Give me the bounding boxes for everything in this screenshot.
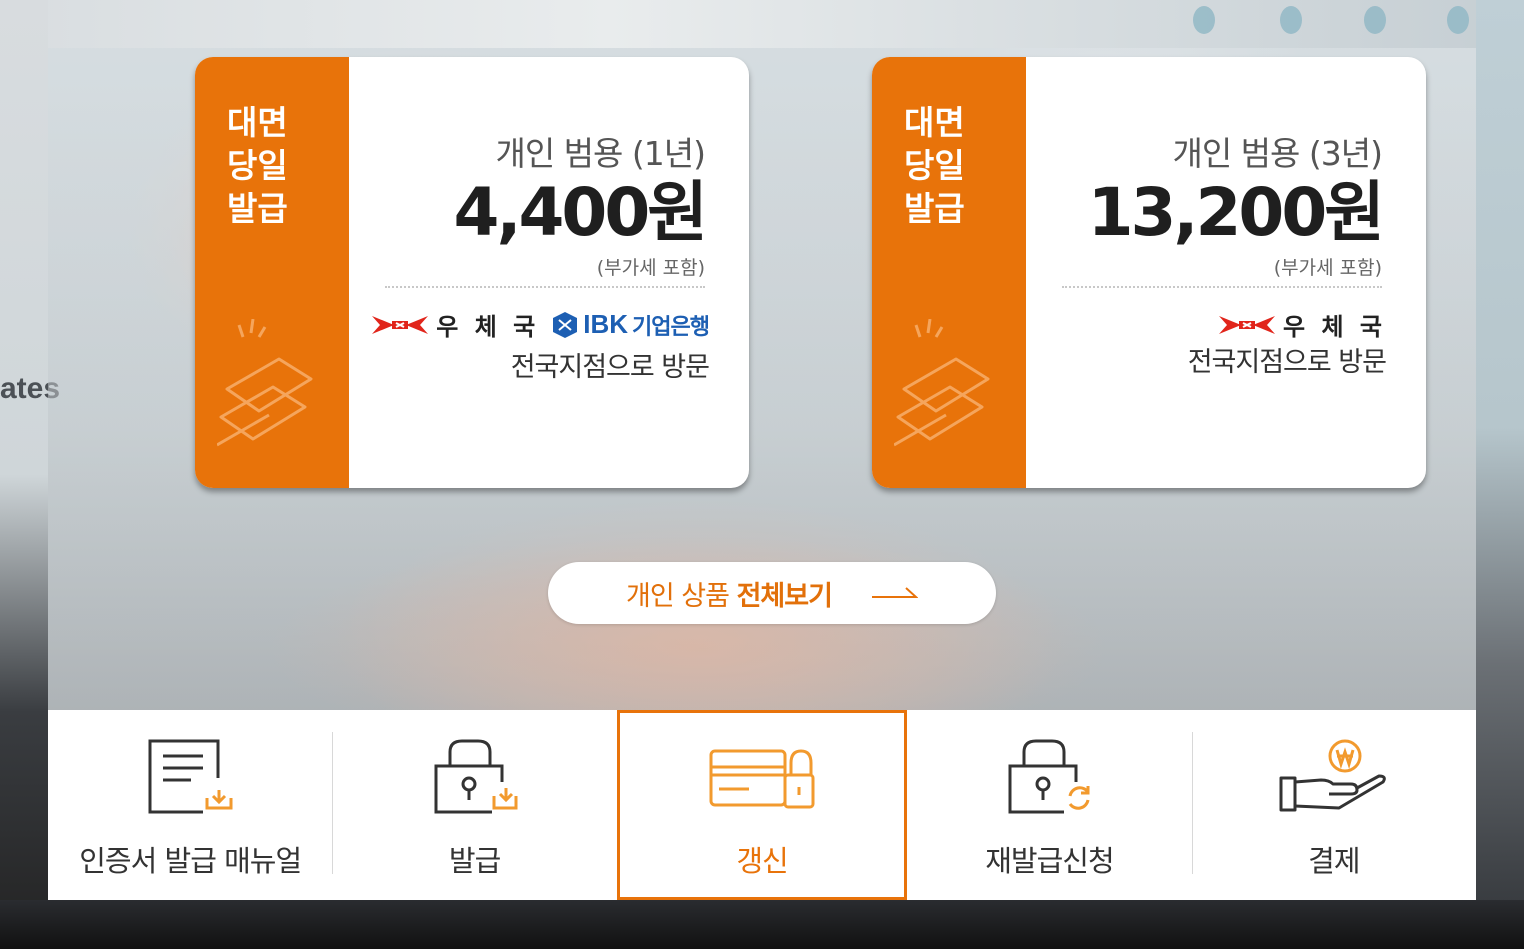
badge-line: 대면: [227, 103, 288, 142]
card-lock-icon: [709, 749, 815, 809]
product-card-3year[interactable]: 대면 당일 발급 개인 범용 (3년) 13,200원 (부가세 포함) 우 체…: [872, 57, 1426, 488]
same-day-badge: 대면 당일 발급: [904, 101, 1004, 230]
ibk-logo: IBK 기업은행: [551, 309, 710, 341]
badge-line: 대면: [904, 103, 965, 142]
view-all-label: 개인 상품 전체보기: [626, 574, 833, 613]
product-card-1year[interactable]: 대면 당일 발급 개인 범용 (1년) 4,400원 (부가세 포함) 우 체 …: [195, 57, 749, 488]
card-info: 개인 범용 (3년) 13,200원 (부가세 포함): [1087, 127, 1385, 280]
view-all-prefix: 개인 상품: [626, 580, 737, 612]
korea-post-icon: [372, 315, 429, 334]
hand-coin-icon: [1279, 739, 1386, 812]
badge-line: 발급: [904, 189, 965, 228]
certificate-stack-icon: [217, 319, 313, 447]
partner-logos: 우 체 국 IBK 기업은행: [372, 307, 710, 342]
certificate-stack-icon: [894, 319, 990, 447]
partner-logos: 우 체 국: [1219, 307, 1386, 342]
card-side-band: 대면 당일 발급: [195, 57, 349, 488]
plan-price: 4,400원: [453, 174, 708, 251]
lock-refresh-icon: [1008, 739, 1090, 814]
card-info: 개인 범용 (1년) 4,400원 (부가세 포함): [453, 127, 708, 280]
badge-line: 당일: [904, 146, 965, 185]
badge-line: 발급: [227, 189, 288, 228]
korea-post-name: 우 체 국: [1283, 313, 1386, 341]
service-menu: 인증서 발급 매뉴얼 발급 갱신 재발급신청 결제: [48, 710, 1476, 900]
background-dot: [1447, 6, 1469, 34]
menu-label: 재발급신청: [985, 844, 1114, 878]
menu-item-manual[interactable]: 인증서 발급 매뉴얼: [48, 710, 332, 900]
background-left-strip: [0, 0, 48, 949]
ibk-icon: [553, 311, 578, 338]
ibk-text: IBK: [583, 309, 629, 339]
card-divider: [385, 286, 705, 288]
vat-note: (부가세 포함): [1273, 257, 1382, 279]
korea-post-name: 우 체 국: [436, 313, 540, 341]
background-right-strip: [1476, 0, 1524, 949]
same-day-badge: 대면 당일 발급: [227, 101, 327, 230]
korea-post-icon: [1219, 315, 1276, 334]
vat-note: (부가세 포함): [596, 257, 705, 279]
korea-post-logo: 우 체 국: [372, 307, 539, 342]
plan-name: 개인 범용 (3년): [1172, 134, 1383, 173]
background-dot: [1193, 6, 1215, 34]
plan-price: 13,200원: [1087, 174, 1385, 251]
long-arrow-right-icon: [871, 587, 918, 598]
menu-label: 갱신: [736, 844, 788, 878]
background-dot: [1280, 6, 1302, 34]
menu-item-renew[interactable]: 갱신: [616, 710, 908, 900]
view-all-bold: 전체보기: [736, 580, 833, 612]
ibk-bank-name: 기업은행: [632, 314, 710, 340]
menu-item-issue[interactable]: 발급: [332, 710, 616, 900]
badge-line: 당일: [227, 146, 288, 185]
menu-item-payment[interactable]: 결제: [1191, 710, 1476, 900]
background-keyboard-strip: [0, 900, 1524, 949]
card-side-band: 대면 당일 발급: [872, 57, 1026, 488]
card-divider: [1062, 286, 1382, 288]
plan-name: 개인 범용 (1년): [495, 134, 706, 173]
view-all-personal-products-button[interactable]: 개인 상품 전체보기: [548, 562, 996, 624]
korea-post-logo: 우 체 국: [1219, 307, 1386, 342]
document-download-icon: [148, 739, 233, 814]
menu-item-reissue[interactable]: 재발급신청: [907, 710, 1191, 900]
background-dot: [1364, 6, 1386, 34]
visit-note: 전국지점으로 방문: [1187, 347, 1387, 378]
menu-label: 결제: [1308, 844, 1360, 878]
visit-note: 전국지점으로 방문: [510, 352, 710, 383]
menu-label: 발급: [448, 844, 501, 878]
lock-download-icon: [434, 739, 518, 814]
menu-label: 인증서 발급 매뉴얼: [79, 844, 302, 878]
